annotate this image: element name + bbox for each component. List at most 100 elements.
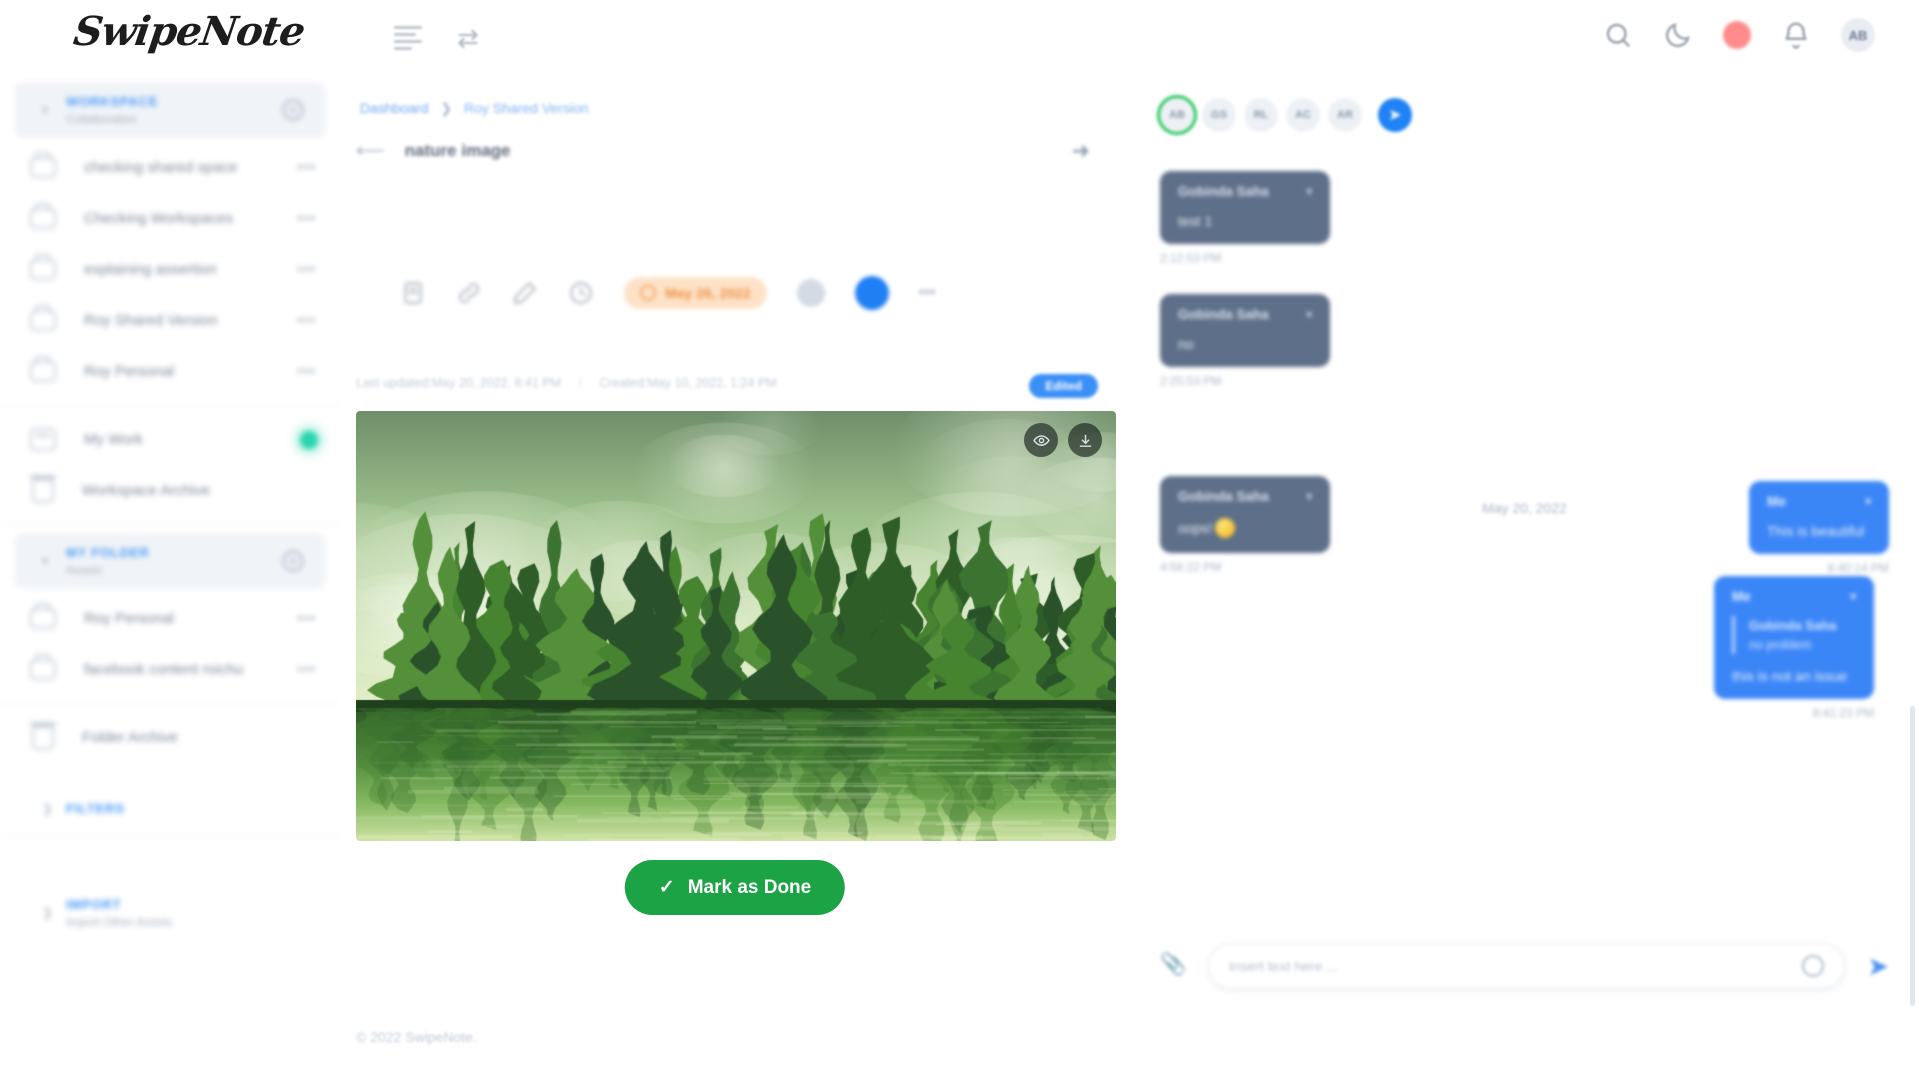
more-icon[interactable]: •••: [297, 210, 316, 227]
sidebar-item-label: Workspace Archive: [82, 482, 210, 499]
message-input[interactable]: Insert text here ...: [1208, 943, 1845, 989]
chat-message: Gobinda Saha ▾ oops! 4:56:22 PM: [1160, 476, 1330, 574]
sidebar-item-checking-workspaces[interactable]: Checking Workspaces •••: [0, 193, 340, 244]
eye-icon[interactable]: [1024, 423, 1058, 457]
date-chip[interactable]: May 26, 2022: [624, 277, 767, 309]
breadcrumb-dashboard[interactable]: Dashboard: [360, 100, 429, 116]
send-icon[interactable]: ➤: [1867, 951, 1889, 982]
sidebar-item-label: facebook content roichu: [84, 661, 243, 678]
menu-icon[interactable]: [392, 22, 424, 54]
moon-icon[interactable]: [1663, 20, 1693, 50]
more-icon[interactable]: •••: [297, 661, 316, 678]
sidebar-section-import[interactable]: ❯ IMPORT Import Other Assets: [14, 885, 326, 941]
chevron-down-icon[interactable]: ▾: [1306, 185, 1312, 198]
meta-separator: /: [578, 376, 581, 390]
sidebar-divider: [0, 836, 340, 837]
sidebar-item-label: Folder Archive: [82, 729, 178, 746]
assignee-avatar-grey[interactable]: [797, 279, 825, 307]
message-timestamp: 8:40:14 PM: [1749, 561, 1889, 575]
more-icon[interactable]: •••: [297, 159, 316, 176]
avatar[interactable]: AC: [1286, 98, 1320, 132]
created-text: Created:May 10, 2022, 1:24 PM: [599, 376, 776, 390]
sidebar-item-facebook-content[interactable]: facebook content roichu •••: [0, 644, 340, 695]
back-arrow-icon[interactable]: ⟵: [356, 138, 385, 163]
more-icon[interactable]: •••: [297, 312, 316, 329]
smiley-icon[interactable]: [1802, 955, 1824, 977]
message-author: Gobinda Saha: [1178, 489, 1269, 504]
note-panel: Dashboard ❯ Roy Shared Version ⟵ nature …: [340, 76, 1130, 1079]
swap-icon[interactable]: ⇄: [452, 22, 484, 54]
note-toolbar: May 26, 2022 •••: [400, 276, 935, 310]
sidebar-section-filters[interactable]: ❯ FILTERS: [14, 789, 326, 828]
clock-icon[interactable]: [568, 280, 594, 306]
chevron-down-icon[interactable]: ▾: [1850, 590, 1856, 603]
import-subtitle: Import Other Assets: [66, 915, 312, 929]
bubble-tail: [1865, 669, 1881, 685]
gear-icon[interactable]: [282, 550, 304, 572]
message-bubble[interactable]: Me ▾ Gobinda Saha no problem this is not…: [1714, 576, 1874, 699]
more-icon[interactable]: •••: [297, 610, 316, 627]
app-logo[interactable]: SwipeNote: [71, 8, 308, 55]
more-icon[interactable]: •••: [297, 261, 316, 278]
sidebar-item-label: My Work: [84, 431, 143, 448]
alert-badge-icon[interactable]: [1723, 21, 1751, 49]
note-image[interactable]: [356, 411, 1116, 841]
message-text: oops!: [1178, 518, 1312, 538]
app-root: SwipeNote ⇄ AB ▾ WORKSPACE Collaboration…: [0, 0, 1919, 1079]
pen-icon[interactable]: [512, 280, 538, 306]
bubble-tail: [1880, 524, 1896, 540]
chat-message: Gobinda Saha ▾ test 1 2:12:53 PM: [1160, 171, 1330, 265]
more-icon[interactable]: •••: [919, 284, 936, 302]
chevron-down-icon[interactable]: ▾: [1865, 495, 1871, 508]
quoted-text: no problem: [1749, 638, 1856, 652]
chevron-down-icon: ▾: [42, 102, 49, 118]
avatar[interactable]: AB: [1160, 98, 1194, 132]
mark-as-done-button[interactable]: ✓ Mark as Done: [625, 860, 845, 915]
assignee-avatar-blue[interactable]: [855, 276, 889, 310]
link-icon[interactable]: [456, 280, 482, 306]
message-timestamp: 2:12:53 PM: [1160, 251, 1330, 265]
trash-icon: [32, 479, 54, 503]
message-author: Me: [1732, 589, 1751, 604]
footer-copyright: © 2022 SwipeNote.: [356, 1029, 477, 1045]
quoted-message: Gobinda Saha no problem: [1732, 616, 1856, 654]
chevron-down-icon[interactable]: ▾: [1306, 308, 1312, 321]
user-avatar[interactable]: AB: [1841, 18, 1875, 52]
sidebar-item-label: Checking Workspaces: [84, 210, 233, 227]
message-bubble[interactable]: Gobinda Saha ▾ oops!: [1160, 476, 1330, 553]
breadcrumb: Dashboard ❯ Roy Shared Version: [360, 100, 589, 117]
forward-arrow-icon[interactable]: ➜: [1072, 138, 1090, 164]
gear-icon[interactable]: [282, 99, 304, 121]
note-icon[interactable]: [400, 280, 426, 306]
avatar[interactable]: AR: [1328, 98, 1362, 132]
sidebar-section-workspace[interactable]: ▾ WORKSPACE Collaboration: [14, 82, 326, 138]
status-badge: Edited: [1029, 374, 1098, 398]
sidebar-item-roy-personal[interactable]: Roy Personal •••: [0, 346, 340, 397]
paperclip-icon[interactable]: 📎: [1160, 953, 1186, 979]
message-composer: 📎 Insert text here ... ➤: [1160, 943, 1889, 989]
sidebar-item-my-work[interactable]: My Work: [0, 414, 340, 465]
message-bubble[interactable]: Gobinda Saha ▾ test 1: [1160, 171, 1330, 244]
bubble-tail: [1153, 523, 1169, 539]
search-icon[interactable]: [1603, 20, 1633, 50]
message-author-row: Gobinda Saha ▾: [1178, 307, 1312, 322]
message-bubble[interactable]: Gobinda Saha ▾ no: [1160, 294, 1330, 367]
sidebar-item-roy-shared-version[interactable]: Roy Shared Version •••: [0, 295, 340, 346]
date-chip-label: May 26, 2022: [665, 285, 751, 301]
avatar[interactable]: GS: [1202, 98, 1236, 132]
chat-scrollbar[interactable]: [1910, 706, 1915, 1006]
more-icon[interactable]: •••: [297, 363, 316, 380]
avatar[interactable]: RL: [1244, 98, 1278, 132]
sidebar-item-my-folder-roy-personal[interactable]: Roy Personal •••: [0, 593, 340, 644]
sidebar-item-workspace-archive[interactable]: Workspace Archive: [0, 465, 340, 516]
sidebar-item-folder-archive[interactable]: Folder Archive: [0, 712, 340, 763]
chevron-down-icon[interactable]: ▾: [1306, 490, 1312, 503]
sidebar-item-checking-shared-space[interactable]: checking shared space •••: [0, 142, 340, 193]
app-logo-text: SwipeNote: [71, 8, 308, 55]
sidebar-item-explaining-assertion[interactable]: explaining assertion •••: [0, 244, 340, 295]
bell-icon[interactable]: [1781, 20, 1811, 50]
add-person-icon[interactable]: ➤: [1378, 98, 1412, 132]
message-bubble[interactable]: Me ▾ This is beautiful: [1749, 481, 1889, 554]
sidebar-section-my-folder[interactable]: ▾ MY FOLDER Assets: [14, 533, 326, 589]
download-icon[interactable]: [1068, 423, 1102, 457]
